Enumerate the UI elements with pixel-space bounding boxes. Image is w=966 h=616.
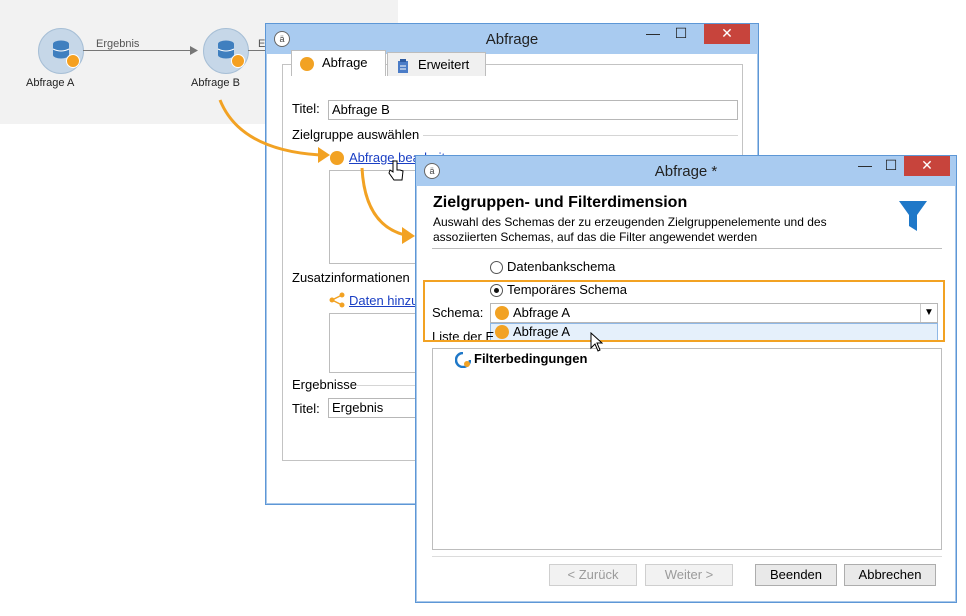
arrow-cursor-icon — [590, 332, 603, 352]
hand-cursor-icon — [388, 160, 404, 181]
annotation-arrows — [218, 99, 415, 244]
